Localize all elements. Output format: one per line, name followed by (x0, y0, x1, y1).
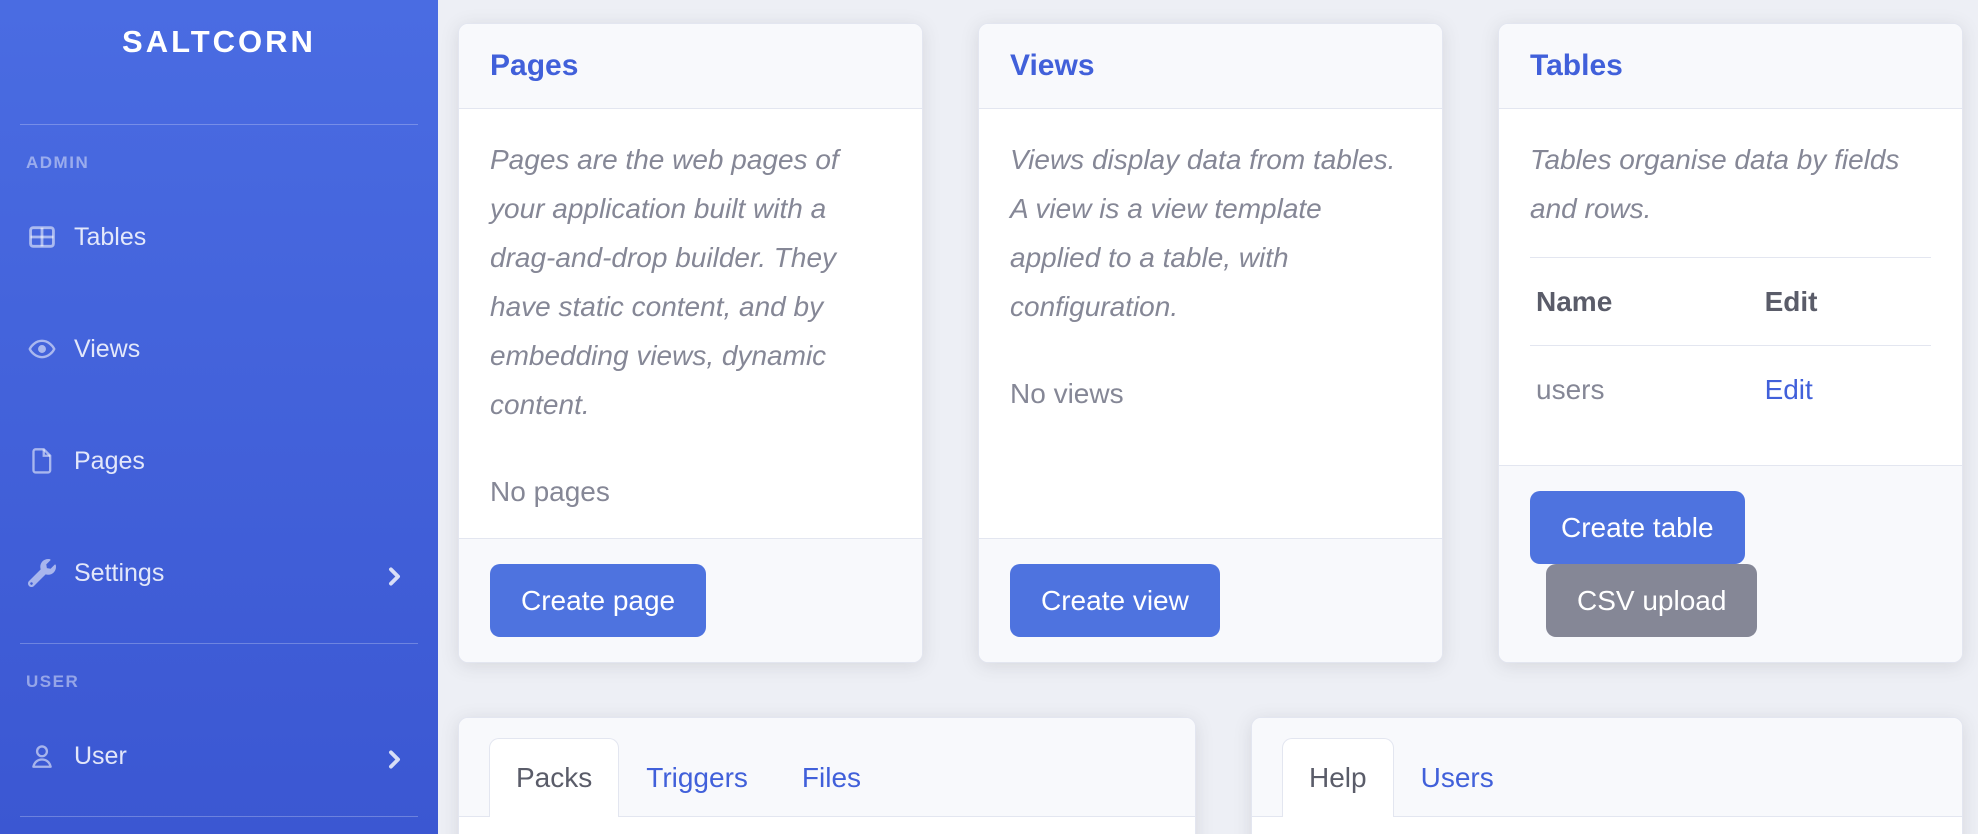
create-table-button[interactable]: Create table (1530, 491, 1745, 564)
pages-card-title: Pages (490, 49, 891, 83)
tables-card-body: Tables organise data by fields and rows.… (1499, 109, 1962, 465)
pages-card: Pages Pages are the web pages of your ap… (458, 23, 923, 663)
views-card-header: Views (979, 24, 1442, 109)
table-row: users Edit (1530, 346, 1931, 434)
views-card-footer: Create view (979, 538, 1442, 662)
main-content: Pages Pages are the web pages of your ap… (438, 0, 1978, 834)
csv-upload-button[interactable]: CSV upload (1546, 564, 1757, 637)
sidebar-section-user-label: USER (26, 672, 438, 692)
tables-card-footer: Create table CSV upload (1499, 465, 1962, 662)
pages-card-footer: Create page (459, 538, 922, 662)
pages-card-body: Pages are the web pages of your applicat… (459, 109, 922, 538)
tables-buttons: Create table CSV upload (1530, 491, 1931, 637)
help-tab-content (1252, 817, 1962, 834)
sidebar: SALTCORN ADMIN Tables Views (0, 0, 438, 834)
pages-description: Pages are the web pages of your applicat… (490, 135, 891, 429)
sidebar-item-label: User (74, 742, 127, 771)
packs-card: Packs Triggers Files (458, 717, 1196, 834)
sidebar-item-pages[interactable]: Pages (0, 405, 438, 517)
sidebar-item-label: Views (74, 335, 140, 364)
cards-row-bottom: Packs Triggers Files Help Users (458, 717, 1963, 834)
edit-table-link[interactable]: Edit (1765, 374, 1813, 405)
views-description: Views display data from tables. A view i… (1010, 135, 1411, 331)
sidebar-divider (20, 643, 418, 644)
tab-help[interactable]: Help (1282, 738, 1394, 817)
tab-files[interactable]: Files (775, 738, 888, 817)
tab-triggers[interactable]: Triggers (619, 738, 775, 817)
table-name-cell: users (1530, 346, 1759, 434)
views-card-title: Views (1010, 49, 1411, 83)
sidebar-divider (20, 816, 418, 817)
column-header-name: Name (1530, 258, 1759, 346)
sidebar-item-label: Settings (74, 559, 164, 588)
cards-row-top: Pages Pages are the web pages of your ap… (458, 23, 1963, 663)
sidebar-item-tables[interactable]: Tables (0, 181, 438, 293)
packs-tab-content (459, 817, 1195, 834)
pages-empty-text: No pages (490, 467, 891, 516)
sidebar-item-user[interactable]: User (0, 700, 438, 812)
user-icon (27, 742, 57, 770)
eye-icon (27, 335, 57, 363)
column-header-edit: Edit (1759, 258, 1931, 346)
tab-packs[interactable]: Packs (489, 738, 619, 817)
sidebar-section-admin-label: ADMIN (26, 153, 438, 173)
pages-card-header: Pages (459, 24, 922, 109)
tables-card-header: Tables (1499, 24, 1962, 109)
create-view-button[interactable]: Create view (1010, 564, 1220, 637)
tab-users[interactable]: Users (1394, 738, 1521, 817)
tables-list-header-row: Name Edit (1530, 258, 1931, 346)
create-page-button[interactable]: Create page (490, 564, 706, 637)
tables-card: Tables Tables organise data by fields an… (1498, 23, 1963, 663)
wrench-icon (27, 559, 57, 587)
app-root: SALTCORN ADMIN Tables Views (0, 0, 1978, 834)
views-empty-text: No views (1010, 369, 1411, 418)
tables-card-title: Tables (1530, 49, 1931, 83)
sidebar-item-views[interactable]: Views (0, 293, 438, 405)
tables-description: Tables organise data by fields and rows. (1530, 135, 1931, 233)
views-card: Views Views display data from tables. A … (978, 23, 1443, 663)
chevron-right-icon (385, 564, 404, 583)
sidebar-item-label: Tables (74, 223, 146, 252)
sidebar-item-label: Pages (74, 447, 145, 476)
help-card: Help Users (1251, 717, 1963, 834)
chevron-right-icon (385, 747, 404, 766)
help-card-tabs: Help Users (1252, 718, 1962, 817)
packs-card-tabs: Packs Triggers Files (459, 718, 1195, 817)
table-icon (27, 223, 57, 251)
sidebar-item-settings[interactable]: Settings (0, 517, 438, 629)
brand-logo[interactable]: SALTCORN (0, 0, 438, 84)
views-card-body: Views display data from tables. A view i… (979, 109, 1442, 538)
file-icon (27, 447, 57, 475)
sidebar-divider (20, 124, 418, 125)
tables-list: Name Edit users Edit (1530, 257, 1931, 433)
